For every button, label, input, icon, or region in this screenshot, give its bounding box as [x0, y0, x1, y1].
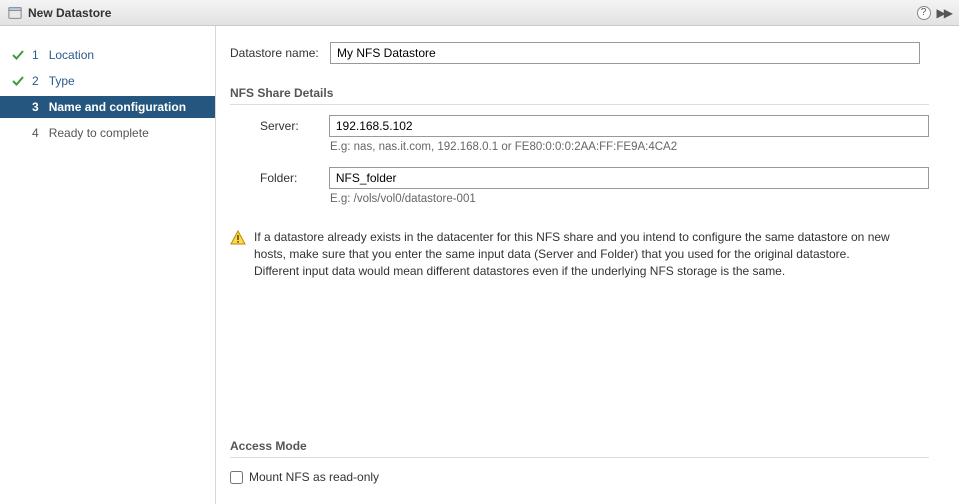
warning-icon: [230, 230, 246, 246]
step-number: 3: [32, 100, 39, 114]
readonly-checkbox[interactable]: [230, 471, 243, 484]
step-number: 4: [32, 126, 39, 140]
readonly-row: Mount NFS as read-only: [230, 470, 929, 484]
step-location[interactable]: 1 Location: [0, 44, 215, 66]
window-title: New Datastore: [28, 6, 111, 20]
folder-hint: E.g: /vols/vol0/datastore-001: [330, 193, 929, 205]
main: 1 Location 2 Type 3 Name and configurati…: [0, 26, 959, 504]
titlebar: New Datastore ? ▶▶: [0, 0, 959, 26]
server-row: Server:: [260, 115, 929, 137]
datastore-icon: [8, 6, 22, 20]
check-icon: [12, 75, 24, 87]
help-icon[interactable]: ?: [917, 6, 931, 20]
folder-label: Folder:: [260, 171, 329, 185]
step-number: 1: [32, 48, 39, 62]
server-label: Server:: [260, 119, 329, 133]
server-hint: E.g: nas, nas.it.com, 192.168.0.1 or FE8…: [330, 141, 929, 153]
datastore-name-label: Datastore name:: [230, 46, 330, 60]
step-name-config[interactable]: 3 Name and configuration: [0, 96, 215, 118]
check-blank-icon: [12, 101, 24, 113]
datastore-name-input[interactable]: [330, 42, 920, 64]
step-label: Ready to complete: [49, 126, 149, 140]
warning-block: If a datastore already exists in the dat…: [230, 229, 929, 279]
datastore-name-row: Datastore name:: [230, 42, 929, 64]
content-panel: Datastore name: NFS Share Details Server…: [216, 26, 959, 504]
step-type[interactable]: 2 Type: [0, 70, 215, 92]
step-label: Name and configuration: [49, 100, 186, 114]
server-input[interactable]: [329, 115, 929, 137]
folder-input[interactable]: [329, 167, 929, 189]
check-blank-icon: [12, 127, 24, 139]
step-label: Type: [49, 74, 75, 88]
step-label: Location: [49, 48, 94, 62]
titlebar-left: New Datastore: [8, 6, 111, 20]
access-section-title: Access Mode: [230, 439, 929, 458]
wizard-sidebar: 1 Location 2 Type 3 Name and configurati…: [0, 26, 216, 504]
titlebar-right: ? ▶▶: [917, 6, 951, 20]
check-icon: [12, 49, 24, 61]
nfs-section-title: NFS Share Details: [230, 86, 929, 105]
warning-text: If a datastore already exists in the dat…: [254, 229, 919, 279]
step-number: 2: [32, 74, 39, 88]
warning-line-2: Different input data would mean differen…: [254, 264, 785, 278]
readonly-label: Mount NFS as read-only: [249, 470, 379, 484]
spacer: [230, 279, 929, 419]
expand-icon[interactable]: ▶▶: [937, 6, 951, 20]
folder-row: Folder:: [260, 167, 929, 189]
warning-line-1: If a datastore already exists in the dat…: [254, 230, 890, 261]
step-ready[interactable]: 4 Ready to complete: [0, 122, 215, 144]
